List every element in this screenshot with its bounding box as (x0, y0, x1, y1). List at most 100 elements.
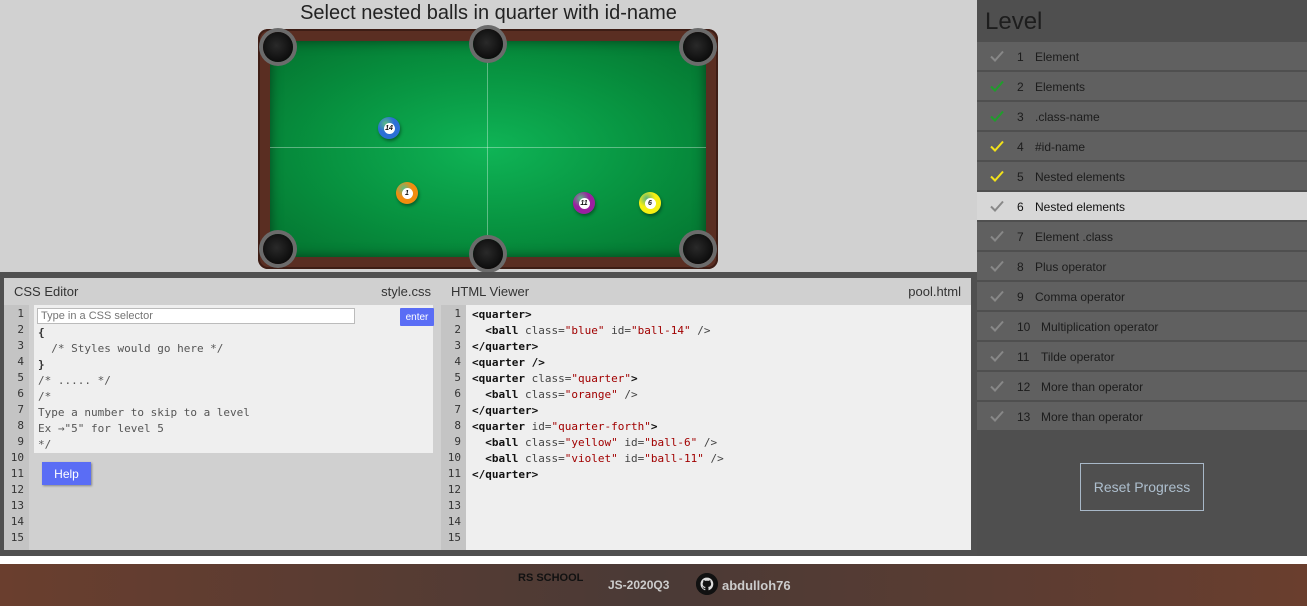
code-token: /> (690, 324, 711, 337)
line-number: 12 (10, 483, 24, 496)
level-item-13[interactable]: 13 More than operator (977, 402, 1307, 430)
code-token: "ball-14" (630, 324, 691, 337)
ball-6[interactable]: 6 (639, 192, 661, 214)
checkmark-icon (990, 170, 1004, 182)
code-token: /> (617, 388, 638, 401)
checkmark-icon (990, 290, 1004, 302)
css-selector-input[interactable] (37, 308, 355, 324)
html-code-line: </quarter> (472, 403, 971, 419)
line-number: 8 (454, 419, 461, 432)
level-name: Tilde operator (1041, 350, 1115, 364)
code-token: id= (617, 436, 645, 449)
html-code-line: <ball class="orange" /> (472, 387, 971, 403)
level-name: More than operator (1041, 410, 1144, 424)
checkmark-icon (990, 50, 1004, 62)
html-code-line: </quarter> (472, 339, 971, 355)
footer-divider (0, 556, 1307, 564)
css-code-area: enter { /* Styles would go here */} /* ..… (34, 305, 434, 453)
level-number: 5 (1017, 170, 1024, 184)
github-username[interactable]: abdulloh76 (722, 578, 791, 593)
html-code-area: <quarter> <ball class="blue" id="ball-14… (466, 305, 971, 550)
ball-11[interactable]: 11 (573, 192, 595, 214)
level-title: Level (985, 8, 1043, 35)
line-number: 9 (17, 435, 24, 448)
code-token: id= (617, 452, 645, 465)
html-code-line: <ball class="violet" id="ball-11" /> (472, 451, 971, 467)
ball-1[interactable]: 1 (396, 182, 418, 204)
css-code-line: /* (38, 390, 52, 403)
level-number: 6 (1017, 200, 1024, 214)
code-token: > (650, 420, 658, 433)
css-editor-header: CSS Editor style.css (4, 278, 441, 305)
level-list: 1 Element 2 Elements 3 .class-name 4 #id-name 5 N… (977, 42, 1307, 432)
line-number: 12 (447, 483, 461, 496)
level-number: 10 (1017, 320, 1031, 334)
level-item-2[interactable]: 2 Elements (977, 72, 1307, 100)
line-number: 15 (447, 531, 461, 544)
level-name: Plus operator (1035, 260, 1107, 274)
css-code-line: { (38, 326, 45, 339)
level-item-3[interactable]: 3 .class-name (977, 102, 1307, 130)
code-token: "ball-11" (644, 452, 704, 465)
level-item-7[interactable]: 7 Element .class (977, 222, 1307, 250)
code-token: </quarter> (472, 468, 539, 481)
level-item-6[interactable]: 6 Nested elements (977, 192, 1307, 220)
reset-progress-button[interactable]: Reset Progress (1080, 463, 1204, 511)
level-item-9[interactable]: 9 Comma operator (977, 282, 1307, 310)
pocket-top-left (263, 32, 293, 62)
level-item-5[interactable]: 5 Nested elements (977, 162, 1307, 190)
line-number: 3 (17, 339, 24, 352)
help-button[interactable]: Help (42, 462, 91, 485)
code-token: <quarter (472, 420, 525, 433)
html-code-line: <quarter> (472, 307, 971, 323)
code-token: class= (524, 372, 572, 385)
line-number: 14 (10, 515, 24, 528)
code-token: class= (518, 388, 565, 401)
css-code-line: Ex →"5" for level 5 (38, 422, 164, 435)
enter-button[interactable]: enter (400, 308, 434, 326)
level-item-11[interactable]: 11 Tilde operator (977, 342, 1307, 370)
level-name: #id-name (1035, 140, 1086, 154)
css-code-line: /* Styles would go here */ (38, 342, 224, 355)
code-token: </quarter> (472, 404, 539, 417)
html-filename: pool.html (908, 284, 961, 299)
level-name: Element (1035, 50, 1080, 64)
checkmark-icon (990, 350, 1004, 362)
pocket-top-middle (473, 29, 503, 59)
checkmark-icon (990, 200, 1004, 212)
ball-14[interactable]: 14 (378, 117, 400, 139)
level-number: 7 (1017, 230, 1024, 244)
level-name: Comma operator (1035, 290, 1126, 304)
level-item-1[interactable]: 1 Element (977, 42, 1307, 70)
level-number: 9 (1017, 290, 1024, 304)
task-title: Select nested balls in quarter with id-n… (300, 2, 677, 24)
level-item-8[interactable]: 8 Plus operator (977, 252, 1307, 280)
level-number: 8 (1017, 260, 1024, 274)
line-number: 5 (454, 371, 461, 384)
level-item-12[interactable]: 12 More than operator (977, 372, 1307, 400)
ball-number: 6 (644, 197, 656, 209)
level-number: 3 (1017, 110, 1024, 124)
css-line-numbers: 1 2 3 4 5 6 7 8 9 10 11 12 13 14 15 (4, 305, 29, 550)
html-code-line: <ball class="yellow" id="ball-6" /> (472, 435, 971, 451)
checkmark-icon (990, 80, 1004, 92)
level-item-10[interactable]: 10 Multiplication operator (977, 312, 1307, 340)
rs-school-logo[interactable]: RS SCHOOL (518, 573, 586, 597)
level-number: 4 (1017, 140, 1024, 154)
level-item-4[interactable]: 4 #id-name (977, 132, 1307, 160)
css-code-line: } (38, 358, 45, 371)
line-number: 7 (17, 403, 24, 416)
center-line-horizontal (270, 147, 706, 148)
css-code-lines: { /* Styles would go here */} /* ..... */… (38, 325, 250, 453)
pocket-top-right (683, 32, 713, 62)
github-icon[interactable] (696, 573, 718, 595)
code-token: "violet" (564, 452, 618, 465)
level-name: Elements (1035, 80, 1086, 94)
code-token: > (630, 372, 638, 385)
checkmark-icon (990, 320, 1004, 332)
code-token: <ball (485, 388, 519, 401)
line-number: 6 (454, 387, 461, 400)
editor-area: CSS Editor style.css 1 2 3 4 5 6 7 8 9 10 11 12 13 14… (0, 272, 977, 556)
